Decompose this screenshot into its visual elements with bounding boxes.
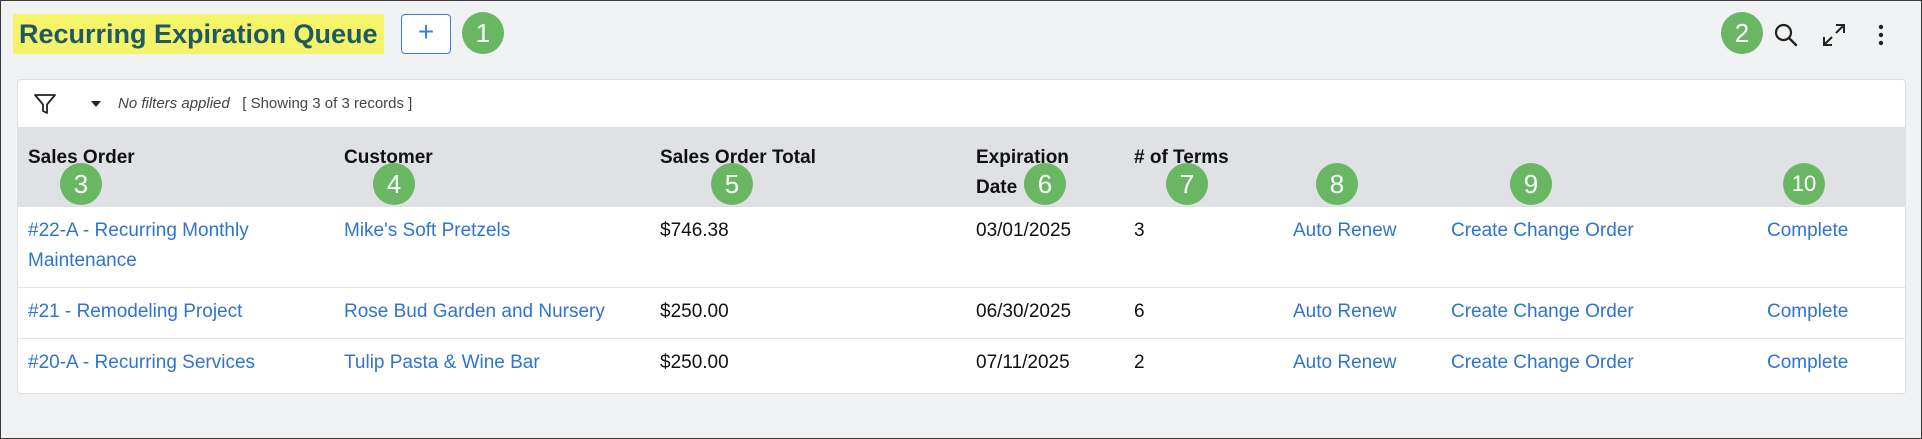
filter-bar: No filters applied [ Showing 3 of 3 reco…: [18, 80, 1905, 127]
auto-renew-link[interactable]: Auto Renew: [1293, 297, 1397, 327]
expand-icon[interactable]: [1821, 22, 1847, 48]
terms-count: 2: [1134, 352, 1145, 373]
customer-link[interactable]: Mike's Soft Pretzels: [344, 216, 510, 246]
sales-order-link[interactable]: #22-A - Recurring Monthly Maintenance: [28, 216, 249, 276]
search-icon[interactable]: [1773, 22, 1799, 48]
sales-order-total: $746.38: [660, 220, 729, 241]
create-change-order-link[interactable]: Create Change Order: [1451, 216, 1634, 246]
auto-renew-link[interactable]: Auto Renew: [1293, 348, 1397, 378]
create-change-order-link[interactable]: Create Change Order: [1451, 348, 1634, 378]
callout-marker-3: 3: [60, 163, 102, 205]
sales-order-link[interactable]: #21 - Remodeling Project: [28, 297, 242, 327]
callout-marker-8: 8: [1316, 163, 1358, 205]
sales-order-link[interactable]: #20-A - Recurring Services: [28, 348, 255, 378]
add-button[interactable]: +: [401, 14, 451, 54]
callout-marker-6: 6: [1024, 163, 1066, 205]
callout-marker-10: 10: [1783, 163, 1825, 205]
queue-panel: No filters applied [ Showing 3 of 3 reco…: [17, 79, 1906, 394]
table-row: #22-A - Recurring Monthly Maintenance Mi…: [18, 207, 1905, 288]
terms-count: 6: [1134, 301, 1145, 322]
terms-count: 3: [1134, 220, 1145, 241]
expiration-date: 06/30/2025: [976, 301, 1072, 322]
auto-renew-link[interactable]: Auto Renew: [1293, 216, 1397, 246]
page-header: Recurring Expiration Queue + 1 2: [1, 1, 1922, 67]
complete-link[interactable]: Complete: [1767, 348, 1848, 378]
sales-order-total: $250.00: [660, 352, 729, 373]
table-row: #20-A - Recurring Services Tulip Pasta &…: [18, 339, 1905, 393]
callout-marker-5: 5: [711, 163, 753, 205]
more-vertical-icon[interactable]: [1871, 22, 1891, 48]
filter-status: No filters applied [ Showing 3 of 3 reco…: [118, 95, 412, 112]
caret-down-icon[interactable]: [90, 100, 102, 108]
complete-link[interactable]: Complete: [1767, 297, 1848, 327]
page-title: Recurring Expiration Queue: [13, 14, 384, 54]
filter-status-text: No filters applied: [118, 95, 230, 112]
callout-marker-7: 7: [1166, 163, 1208, 205]
expiration-date: 03/01/2025: [976, 220, 1072, 241]
customer-link[interactable]: Rose Bud Garden and Nursery: [344, 297, 605, 327]
customer-link[interactable]: Tulip Pasta & Wine Bar: [344, 348, 540, 378]
table-row: #21 - Remodeling Project Rose Bud Garden…: [18, 288, 1905, 339]
callout-marker-4: 4: [373, 163, 415, 205]
create-change-order-link[interactable]: Create Change Order: [1451, 297, 1634, 327]
table-header: Sales Order Customer Sales Order Total E…: [18, 127, 1905, 207]
expiration-date: 07/11/2025: [976, 352, 1070, 373]
callout-marker-9: 9: [1510, 163, 1552, 205]
sales-order-link-line2: Maintenance: [28, 250, 137, 271]
filter-icon[interactable]: [32, 92, 58, 116]
callout-marker-1: 1: [462, 12, 504, 54]
sales-order-link-line1: #22-A - Recurring Monthly: [28, 220, 249, 241]
callout-marker-2: 2: [1721, 12, 1763, 54]
sales-order-total: $250.00: [660, 301, 729, 322]
complete-link[interactable]: Complete: [1767, 216, 1848, 246]
record-count: [ Showing 3 of 3 records ]: [242, 95, 413, 112]
